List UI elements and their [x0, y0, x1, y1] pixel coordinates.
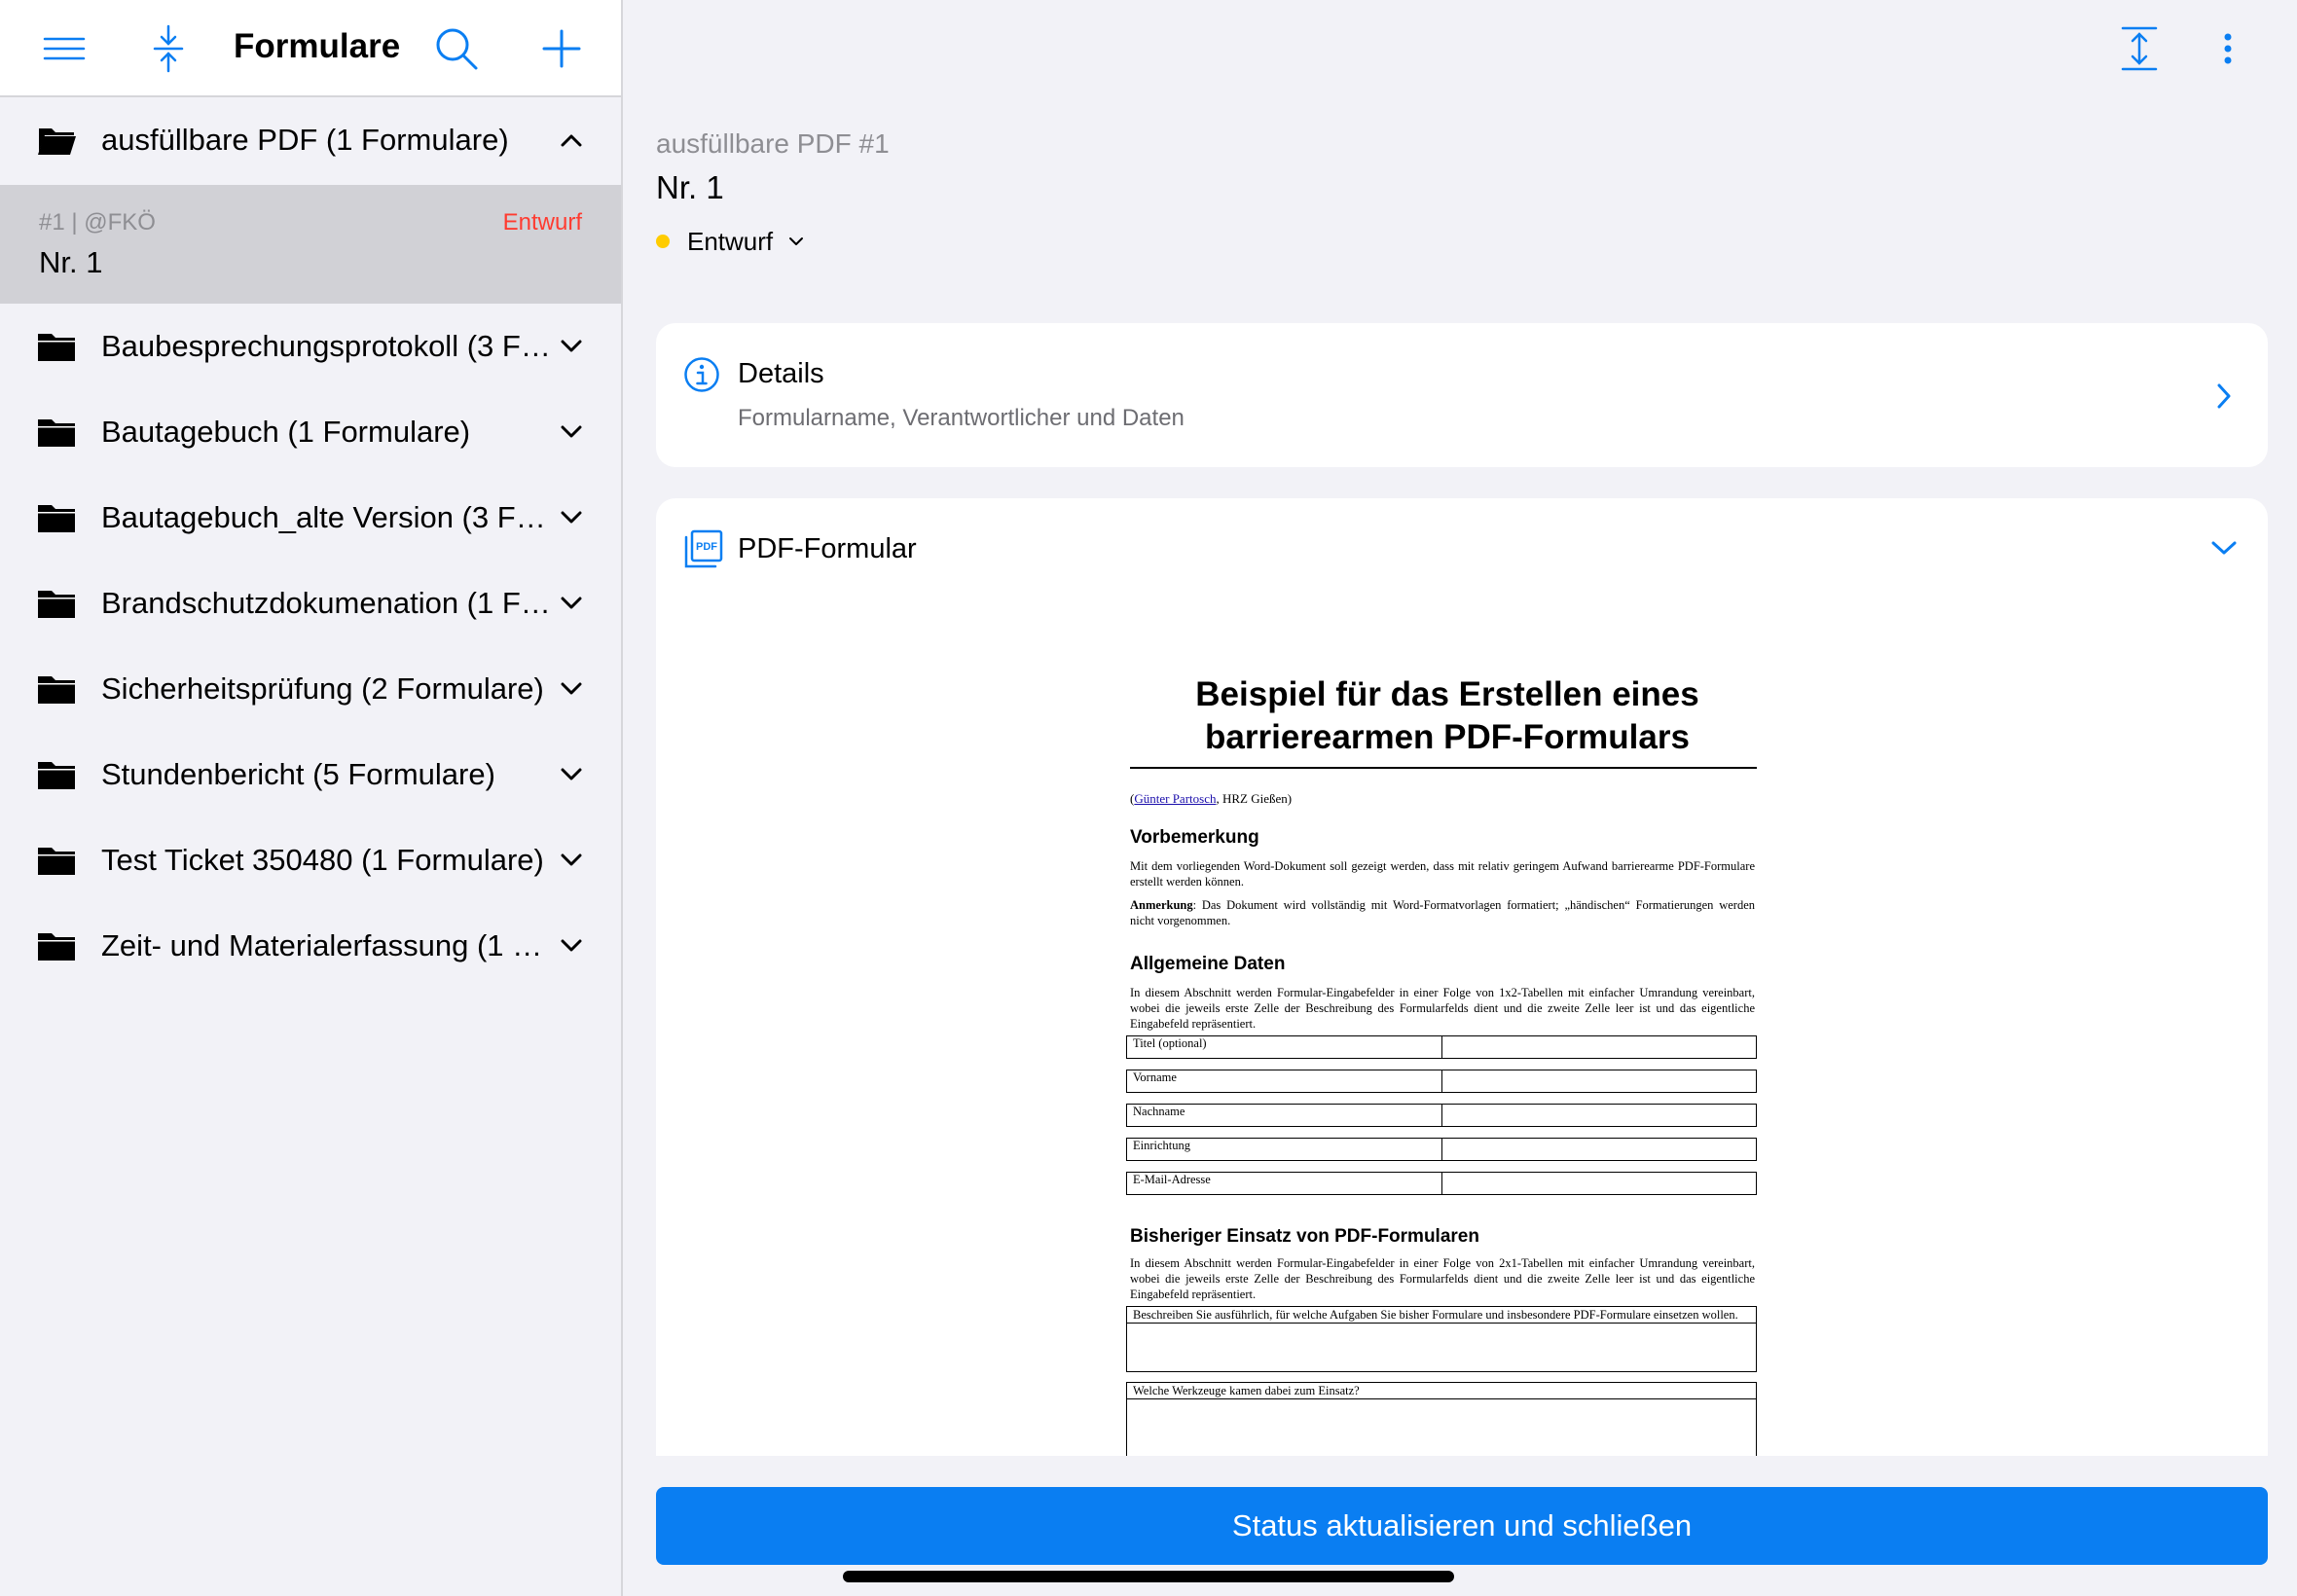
pdf-form-field[interactable]: Einrichtung	[1126, 1138, 1757, 1161]
pdf-heading: Vorbemerkung	[1130, 827, 1259, 848]
sidebar-header: Formulare	[0, 0, 621, 97]
folder-icon	[38, 762, 75, 789]
chevron-down-icon	[789, 237, 804, 245]
pdf-form-field[interactable]: Titel (optional)	[1126, 1035, 1757, 1059]
folder-label: Sicherheitsprüfung (2 Formulare)	[101, 671, 544, 706]
pdf-heading: Allgemeine Daten	[1130, 954, 1286, 974]
pdf-question: Welche Werkzeuge kamen dabei zum Einsatz…	[1127, 1383, 1756, 1399]
chevron-down-icon[interactable]	[555, 416, 588, 449]
pdf-field-label: Nachname	[1127, 1105, 1442, 1126]
sidebar-title: Formulare	[234, 27, 401, 65]
collapse-icon[interactable]	[137, 18, 200, 80]
pdf-form-field[interactable]: Nachname	[1126, 1104, 1757, 1127]
folder-icon	[38, 848, 75, 875]
page-title: Nr. 1	[656, 169, 724, 205]
folder-label: Bautagebuch_alte Version (3 Formulare)	[101, 500, 559, 534]
status-dot-icon	[656, 235, 670, 248]
pdf-title-line: barrierearmen PDF-Formulars	[1205, 718, 1690, 756]
folder-row[interactable]: Test Ticket 350480 (1 Formulare)	[0, 817, 621, 903]
folder-label: ausfüllbare PDF (1 Formulare)	[101, 123, 509, 157]
chevron-down-icon[interactable]	[555, 929, 588, 962]
pdf-heading: Bisheriger Einsatz von PDF-Formularen	[1130, 1226, 1479, 1247]
folder-row[interactable]: Baubesprechungsprotokoll (3 Formulare)	[0, 304, 621, 389]
chevron-down-icon[interactable]	[555, 501, 588, 534]
pdf-question: Beschreiben Sie ausführlich, für welche …	[1127, 1307, 1756, 1324]
sidebar: Formulare ausfüllbare PDF (1 Formulare) …	[0, 0, 623, 1596]
pdf-field-label: E-Mail-Adresse	[1127, 1173, 1442, 1194]
form-item-meta: #1 | @FKÖ	[39, 209, 156, 236]
folder-icon	[38, 505, 75, 532]
pdf-file-icon: PDF	[684, 529, 723, 568]
pdf-icon-text: PDF	[696, 541, 717, 553]
chevron-down-icon[interactable]	[2209, 533, 2239, 562]
folder-label: Test Ticket 350480 (1 Formulare)	[101, 843, 544, 877]
pdf-title-line: Beispiel für das Erstellen eines	[1195, 675, 1699, 713]
pdf-author-link[interactable]: Günter Partosch	[1134, 791, 1216, 806]
form-item-name: Nr. 1	[39, 245, 103, 279]
folder-icon	[38, 676, 75, 704]
breadcrumb: ausfüllbare PDF #1	[656, 128, 890, 159]
pdf-paragraph: Mit dem vorliegenden Word-Dokument soll …	[1130, 859, 1755, 889]
chevron-down-icon[interactable]	[555, 587, 588, 620]
status-dropdown[interactable]: Entwurf	[656, 224, 804, 259]
chevron-down-icon[interactable]	[555, 330, 588, 363]
folder-label: Brandschutzdokumenation (1 Formulare)	[101, 586, 559, 620]
plus-icon[interactable]	[530, 18, 593, 80]
folder-icon	[38, 591, 75, 618]
folder-label: Zeit- und Materialerfassung (1 Formulare…	[101, 928, 559, 962]
home-indicator	[843, 1571, 1454, 1582]
status-label: Entwurf	[687, 226, 774, 256]
more-options-icon[interactable]	[2197, 18, 2259, 80]
details-subtitle: Formularname, Verantwortlicher und Daten	[738, 405, 1185, 431]
pdf-field-label: Einrichtung	[1127, 1139, 1442, 1160]
chevron-down-icon[interactable]	[555, 844, 588, 877]
folder-label: Bautagebuch (1 Formulare)	[101, 415, 471, 449]
pdf-text: : Das Dokument wird vollständig mit Word…	[1130, 898, 1755, 927]
pdf-author-rest: , HRZ Gießen)	[1216, 791, 1293, 806]
pdf-form-field[interactable]: Vorname	[1126, 1070, 1757, 1093]
folder-label: Stundenbericht (5 Formulare)	[101, 757, 495, 791]
folder-row[interactable]: Sicherheitsprüfung (2 Formulare)	[0, 646, 621, 732]
pdf-paragraph: In diesem Abschnitt werden Formular-Eing…	[1130, 1256, 1755, 1301]
pdf-form-field[interactable]: E-Mail-Adresse	[1126, 1172, 1757, 1195]
expand-height-icon[interactable]	[2108, 18, 2170, 80]
chevron-up-icon[interactable]	[555, 124, 588, 157]
main-panel: ausfüllbare PDF #1 Nr. 1 Entwurf Details…	[625, 0, 2297, 1596]
pdf-preview-page[interactable]: Beispiel für das Erstellen eines barrier…	[1126, 673, 1768, 1456]
update-status-close-button[interactable]: Status aktualisieren und schließen	[656, 1487, 2268, 1565]
pdf-divider	[1130, 767, 1757, 769]
pdf-form-card: PDF PDF-Formular Beispiel für das Erstel…	[656, 498, 2268, 1456]
pdf-form-textarea[interactable]: Beschreiben Sie ausführlich, für welche …	[1126, 1306, 1757, 1372]
folder-row[interactable]: Bautagebuch_alte Version (3 Formulare)	[0, 475, 621, 561]
form-item-status-badge: Entwurf	[502, 209, 582, 236]
folder-icon	[38, 933, 75, 961]
search-icon[interactable]	[425, 18, 488, 80]
pdf-title: Beispiel für das Erstellen eines barrier…	[1126, 673, 1768, 759]
info-icon	[684, 357, 719, 392]
folder-row[interactable]: Stundenbericht (5 Formulare)	[0, 732, 621, 817]
pdf-paragraph: In diesem Abschnitt werden Formular-Eing…	[1130, 986, 1755, 1031]
details-card[interactable]: Details Formularname, Verantwortlicher u…	[656, 323, 2268, 467]
folder-icon	[38, 419, 75, 447]
pdf-author: (Günter Partosch, HRZ Gießen)	[1130, 791, 1292, 807]
folder-row[interactable]: Brandschutzdokumenation (1 Formulare)	[0, 561, 621, 646]
pdf-section-title[interactable]: PDF-Formular	[738, 533, 917, 565]
pdf-field-label: Titel (optional)	[1127, 1036, 1442, 1058]
menu-icon[interactable]	[33, 18, 95, 80]
pdf-paragraph: Anmerkung: Das Dokument wird vollständig…	[1130, 897, 1755, 928]
folder-icon	[38, 334, 75, 361]
pdf-bold: Anmerkung	[1130, 898, 1193, 912]
chevron-right-icon	[2209, 381, 2239, 411]
folder-row-ausfuellbare-pdf[interactable]: ausfüllbare PDF (1 Formulare)	[0, 97, 621, 183]
chevron-down-icon[interactable]	[555, 672, 588, 706]
details-title: Details	[738, 358, 824, 389]
form-list-item-selected[interactable]: #1 | @FKÖ Entwurf Nr. 1	[0, 185, 621, 304]
folder-row[interactable]: Zeit- und Materialerfassung (1 Formulare…	[0, 903, 621, 989]
pdf-field-label: Vorname	[1127, 1070, 1442, 1092]
chevron-down-icon[interactable]	[555, 758, 588, 791]
folder-row[interactable]: Bautagebuch (1 Formulare)	[0, 389, 621, 475]
folder-label: Baubesprechungsprotokoll (3 Formulare)	[101, 329, 559, 363]
pdf-form-textarea[interactable]: Welche Werkzeuge kamen dabei zum Einsatz…	[1126, 1382, 1757, 1456]
open-folder-icon	[38, 128, 76, 155]
